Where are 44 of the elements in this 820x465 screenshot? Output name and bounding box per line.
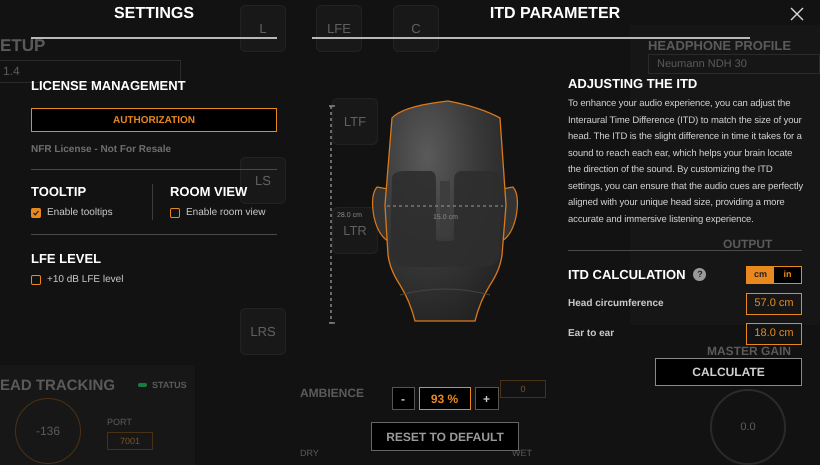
- decrease-button[interactable]: -: [392, 387, 414, 410]
- speaker-tile: C: [393, 5, 439, 52]
- speaker-tile: L: [240, 5, 286, 52]
- close-icon: [790, 7, 804, 21]
- checkbox-label: +10 dB LFE level: [47, 274, 124, 286]
- section-heading: ITD CALCULATION: [568, 266, 686, 284]
- unit-tab[interactable]: cm: [747, 266, 774, 283]
- calculate-button[interactable]: CALCULATE: [655, 358, 802, 386]
- speaker-tile: LRS: [240, 308, 286, 355]
- panel-title: ETUP: [0, 35, 46, 57]
- panel-title: AMBIENCE: [300, 385, 364, 402]
- unit-tab[interactable]: in: [774, 266, 801, 283]
- speaker-tile: LFE: [316, 5, 362, 52]
- input-field[interactable]: 18.0 cm: [746, 322, 802, 344]
- checkbox[interactable]: [170, 208, 180, 218]
- checkbox[interactable]: [31, 208, 41, 218]
- panel-title: OUTPUT: [723, 236, 772, 253]
- scale-field[interactable]: 93 %: [418, 387, 470, 410]
- increase-button[interactable]: +: [474, 387, 498, 410]
- field-label: Ear to ear: [568, 327, 614, 341]
- section-heading: TOOLTIP: [31, 184, 88, 200]
- speaker-tile: LTF: [332, 98, 378, 145]
- section-heading: ADJUSTING THE ITD: [568, 76, 698, 92]
- checkbox-label: Enable tooltips: [47, 207, 113, 219]
- checkbox[interactable]: [31, 275, 41, 285]
- panel-title: HEADPHONE PROFILE: [648, 37, 792, 55]
- port-label: PORT: [107, 416, 132, 429]
- close-button[interactable]: [790, 7, 804, 21]
- itd-description: To enhance your audio experience, you can adjust the Interaural Time Difference (ITD) to match the size of your head. The ITD is the slight difference in time it takes for a sound to reach each ear, which helps your brain locate the direction of the sound. By customizing the ITD settings, you can ensure that the audio cues are perfectly aligned with your unique head size, providing a more accurate and immersive listening experience.: [568, 97, 804, 226]
- authorization-button[interactable]: AUTHORIZATION: [31, 108, 277, 132]
- checkbox-label: Enable room view: [186, 207, 266, 219]
- status-label: STATUS: [152, 379, 187, 392]
- license-status: NFR License - Not For Resale: [31, 143, 172, 157]
- field-label: Head circumference: [568, 297, 664, 311]
- dialog-title: SETTINGS: [114, 4, 194, 24]
- panel-title: EAD TRACKING: [0, 376, 115, 396]
- panel-title: MASTER GAIN: [707, 343, 791, 360]
- section-heading: LFE LEVEL: [31, 251, 102, 267]
- reset-button[interactable]: RESET TO DEFAULT: [371, 422, 519, 451]
- section-heading: ROOM VIEW: [170, 184, 248, 200]
- status-indicator: [138, 383, 147, 387]
- dialog-title: ITD PARAMETER: [490, 4, 620, 24]
- input-field[interactable]: 57.0 cm: [746, 292, 802, 314]
- slider-label: DRY: [300, 447, 319, 460]
